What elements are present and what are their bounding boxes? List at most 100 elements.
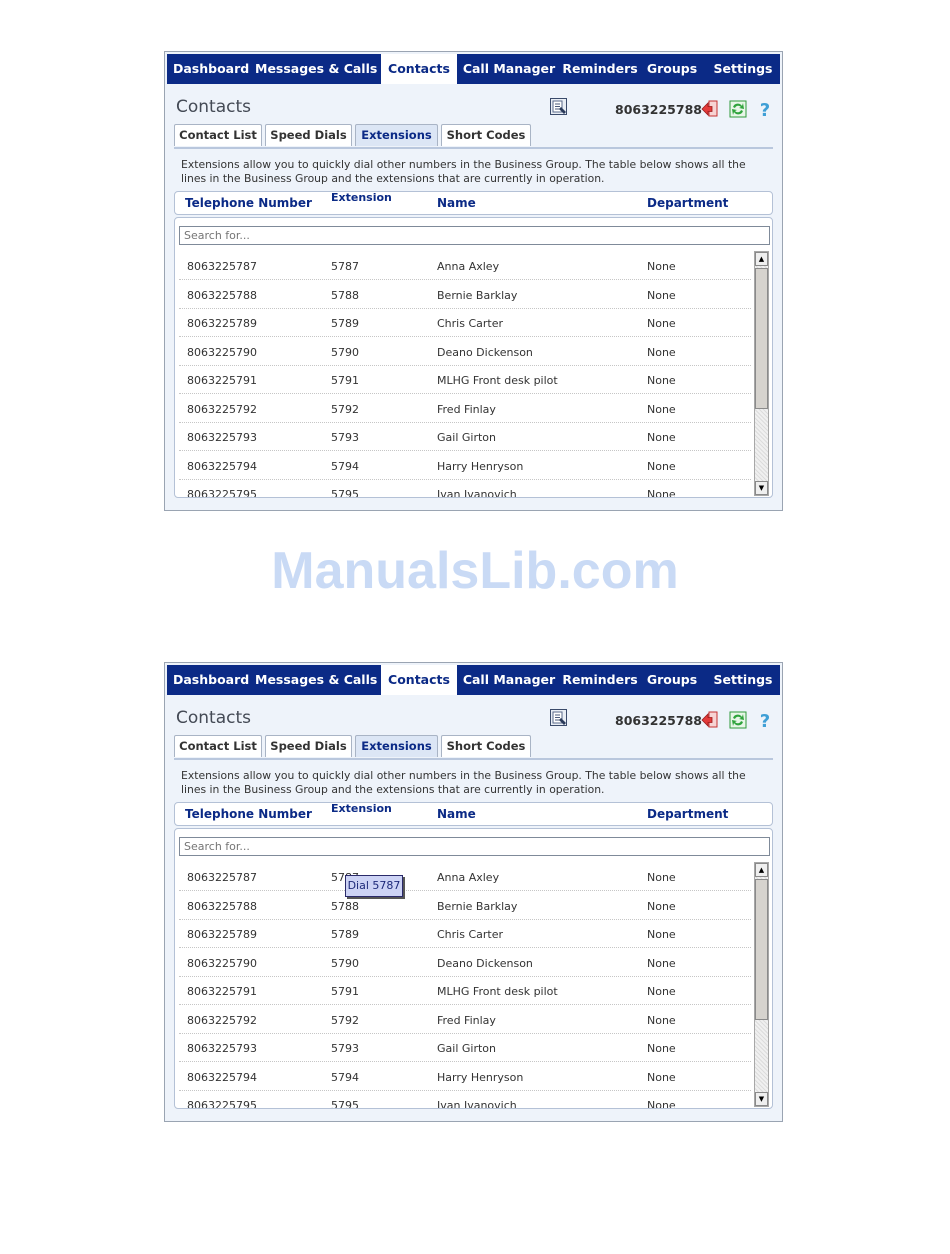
col-extension[interactable]: Extension bbox=[331, 191, 392, 204]
col-name[interactable]: Name bbox=[437, 807, 476, 821]
cell-extension[interactable]: 5790 bbox=[331, 957, 359, 970]
table-row[interactable]: 8063225788 5788 Bernie Barklay None bbox=[179, 280, 751, 309]
page-title: Contacts bbox=[176, 97, 251, 117]
cell-extension[interactable]: 5793 bbox=[331, 1042, 359, 1055]
table-row[interactable]: 8063225794 5794 Harry Henryson None bbox=[179, 451, 751, 480]
nav-dashboard[interactable]: Dashboard bbox=[167, 665, 261, 695]
table-row[interactable]: 8063225792 5792 Fred Finlay None bbox=[179, 394, 751, 423]
svg-text:?: ? bbox=[760, 100, 770, 119]
table-row[interactable]: 8063225790 5790 Deano Dickenson None bbox=[179, 337, 751, 366]
scroll-down-arrow-icon[interactable]: ▼ bbox=[755, 481, 768, 495]
tab-speed-dials[interactable]: Speed Dials bbox=[265, 735, 352, 757]
nav-settings[interactable]: Settings bbox=[707, 665, 779, 695]
cell-extension[interactable]: 5792 bbox=[331, 1014, 359, 1027]
page-title: Contacts bbox=[176, 708, 251, 728]
cell-extension[interactable]: 5794 bbox=[331, 1071, 359, 1084]
refresh-icon[interactable] bbox=[728, 99, 748, 119]
col-telephone-number[interactable]: Telephone Number bbox=[185, 807, 312, 821]
cell-department: None bbox=[647, 431, 676, 444]
table-row[interactable]: 8063225795 5795 Ivan Ivanovich None bbox=[179, 1090, 751, 1108]
logout-icon[interactable] bbox=[700, 710, 720, 730]
table-row[interactable]: 8063225795 5795 Ivan Ivanovich None bbox=[179, 479, 751, 497]
nav-settings[interactable]: Settings bbox=[707, 54, 779, 84]
tab-extensions[interactable]: Extensions bbox=[355, 124, 438, 146]
cell-department: None bbox=[647, 1013, 676, 1027]
help-icon[interactable]: ? bbox=[755, 710, 775, 732]
scrollbar[interactable]: ▲ ▼ bbox=[754, 251, 769, 496]
scroll-down-arrow-icon[interactable]: ▼ bbox=[755, 1092, 768, 1106]
table-row[interactable]: 8063225790 5790 Deano Dickenson None bbox=[179, 948, 751, 977]
nav-messages-calls[interactable]: Messages & Calls bbox=[255, 54, 377, 84]
col-name[interactable]: Name bbox=[437, 196, 476, 210]
cell-extension[interactable]: 5795 bbox=[331, 1099, 359, 1108]
table-row[interactable]: 8063225793 5793 Gail Girton None bbox=[179, 422, 751, 451]
cell-extension[interactable]: 5790 bbox=[331, 346, 359, 359]
nav-reminders[interactable]: Reminders bbox=[561, 665, 639, 695]
nav-call-manager[interactable]: Call Manager bbox=[459, 665, 559, 695]
tab-contact-list[interactable]: Contact List bbox=[174, 124, 262, 146]
table-row[interactable]: 8063225791 5791 MLHG Front desk pilot None bbox=[179, 976, 751, 1005]
table-row[interactable]: 8063225792 5792 Fred Finlay None bbox=[179, 1005, 751, 1034]
logout-icon[interactable] bbox=[700, 99, 720, 119]
nav-reminders[interactable]: Reminders bbox=[561, 54, 639, 84]
search-input[interactable] bbox=[179, 837, 770, 856]
nav-call-manager[interactable]: Call Manager bbox=[459, 54, 559, 84]
scroll-up-arrow-icon[interactable]: ▲ bbox=[755, 252, 768, 266]
nav-messages-calls[interactable]: Messages & Calls bbox=[255, 665, 377, 695]
tab-speed-dials[interactable]: Speed Dials bbox=[265, 124, 352, 146]
scroll-up-arrow-icon[interactable]: ▲ bbox=[755, 863, 768, 877]
table-row[interactable]: 80632257875787Anna AxleyNone bbox=[179, 862, 751, 891]
help-icon[interactable]: ? bbox=[755, 99, 775, 121]
cell-department: None bbox=[647, 871, 676, 884]
cell-extension[interactable]: 5789 bbox=[331, 928, 359, 941]
tab-short-codes[interactable]: Short Codes bbox=[441, 735, 531, 757]
scroll-thumb[interactable] bbox=[755, 879, 768, 1020]
col-telephone-number[interactable]: Telephone Number bbox=[185, 196, 312, 210]
address-book-icon[interactable] bbox=[549, 708, 569, 728]
nav-groups[interactable]: Groups bbox=[641, 665, 703, 695]
table-row[interactable]: 8063225788 5788 Bernie Barklay None bbox=[179, 891, 751, 920]
cell-name: Gail Girton bbox=[437, 431, 496, 444]
cell-extension[interactable]: 5794 bbox=[331, 460, 359, 473]
address-book-icon[interactable] bbox=[549, 97, 569, 117]
cell-extension[interactable]: 5791 bbox=[331, 985, 359, 998]
tab-contact-list[interactable]: Contact List bbox=[174, 735, 262, 757]
col-department[interactable]: Department bbox=[647, 196, 728, 210]
cell-extension[interactable]: 5789 bbox=[331, 317, 359, 330]
tab-extensions[interactable]: Extensions bbox=[355, 735, 438, 757]
contacts-panel-top: Dashboard Messages & Calls Contacts Call… bbox=[164, 51, 783, 511]
cell-extension[interactable]: 5791 bbox=[331, 374, 359, 387]
cell-extension[interactable]: 5792 bbox=[331, 403, 359, 416]
col-extension[interactable]: Extension bbox=[331, 802, 392, 815]
scroll-thumb[interactable] bbox=[755, 268, 768, 409]
cell-extension[interactable]: 5787 bbox=[331, 260, 359, 273]
cell-name: MLHG Front desk pilot bbox=[437, 374, 558, 387]
cell-department: None bbox=[647, 345, 676, 359]
refresh-icon[interactable] bbox=[728, 710, 748, 730]
table-row[interactable]: 8063225794 5794 Harry Henryson None bbox=[179, 1062, 751, 1091]
cell-name: Harry Henryson bbox=[437, 459, 524, 473]
table-row[interactable]: 80632257875787Anna AxleyNone bbox=[179, 251, 751, 280]
col-department[interactable]: Department bbox=[647, 807, 728, 821]
cell-telephone: 8063225789 bbox=[187, 928, 257, 941]
table-row[interactable]: 8063225793 5793 Gail Girton None bbox=[179, 1033, 751, 1062]
cell-extension[interactable]: 5795 bbox=[331, 488, 359, 497]
nav-contacts[interactable]: Contacts bbox=[381, 54, 457, 84]
svg-text:?: ? bbox=[760, 711, 770, 730]
table-row[interactable]: 8063225789 5789 Chris Carter None bbox=[179, 308, 751, 337]
scrollbar[interactable]: ▲ ▼ bbox=[754, 862, 769, 1107]
cell-telephone: 8063225794 bbox=[187, 459, 257, 473]
nav-groups[interactable]: Groups bbox=[641, 54, 703, 84]
cell-extension[interactable]: 5788 bbox=[331, 289, 359, 302]
nav-contacts[interactable]: Contacts bbox=[381, 665, 457, 695]
table-row[interactable]: 8063225791 5791 MLHG Front desk pilot None bbox=[179, 365, 751, 394]
search-input[interactable] bbox=[179, 226, 770, 245]
cell-extension[interactable]: 5793 bbox=[331, 431, 359, 444]
tab-short-codes[interactable]: Short Codes bbox=[441, 124, 531, 146]
cell-telephone: 8063225790 bbox=[187, 345, 257, 359]
nav-dashboard[interactable]: Dashboard bbox=[167, 54, 261, 84]
table-row[interactable]: 8063225789 5789 Chris Carter None bbox=[179, 919, 751, 948]
main-nav: Dashboard Messages & Calls Contacts Call… bbox=[167, 665, 780, 695]
cell-name: Gail Girton bbox=[437, 1042, 496, 1055]
cell-extension[interactable]: 5788 bbox=[331, 900, 359, 913]
